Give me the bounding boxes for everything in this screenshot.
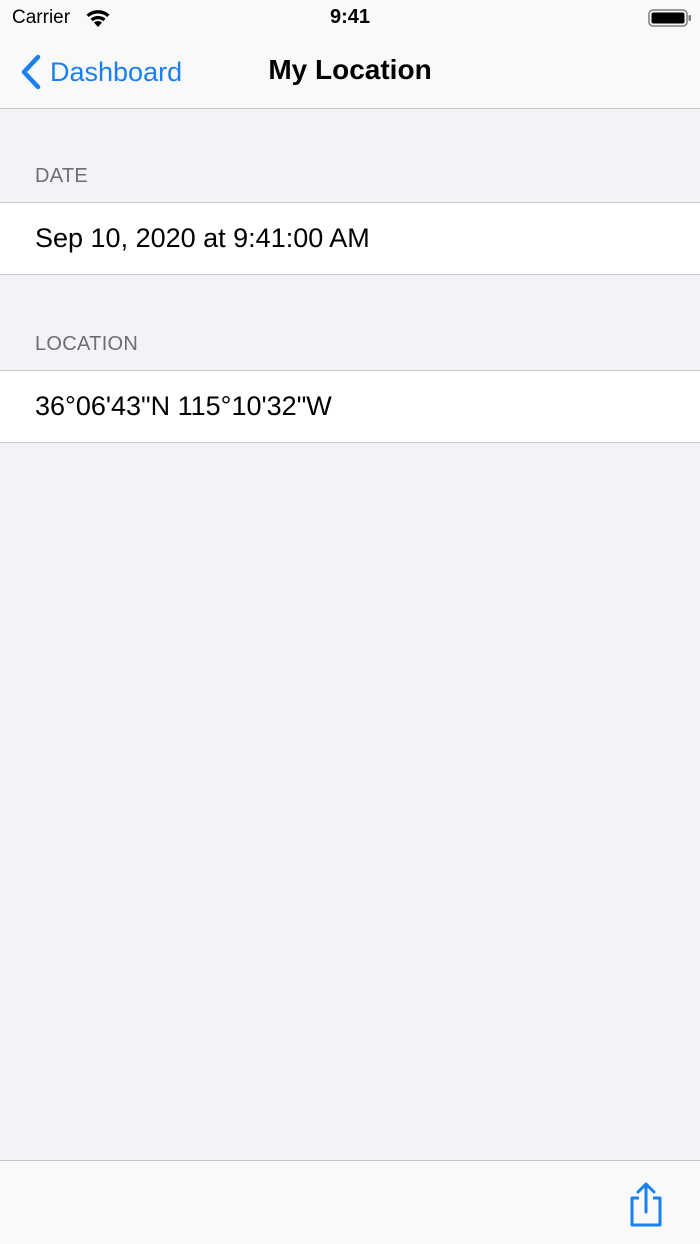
status-bar: Carrier 9:41 [0, 0, 700, 40]
section-header-date: DATE [35, 165, 89, 187]
date-value: Sep 10, 2020 at 9:41:00 AM [35, 223, 370, 253]
bottom-toolbar [0, 1160, 700, 1244]
screen: Carrier 9:41 Dashboard My Location DATE … [0, 0, 700, 1244]
location-value: 36°06'43"N 115°10'32"W [35, 391, 332, 421]
navigation-bar: Dashboard My Location [0, 40, 700, 109]
page-title: My Location [268, 54, 432, 85]
battery-icon [648, 9, 691, 27]
status-time: 9:41 [329, 6, 371, 28]
share-icon[interactable] [624, 1181, 668, 1229]
section-header-location: LOCATION [35, 333, 139, 355]
location-cell: 36°06'43"N 115°10'32"W [0, 370, 700, 443]
date-cell: Sep 10, 2020 at 9:41:00 AM [0, 202, 700, 275]
